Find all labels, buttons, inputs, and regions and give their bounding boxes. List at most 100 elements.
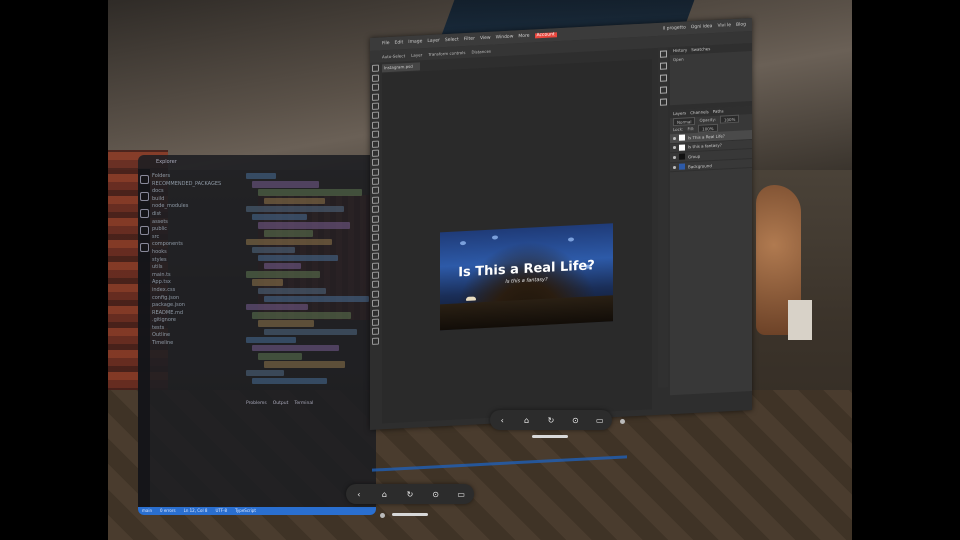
tool-icon[interactable] (371, 64, 379, 73)
menu-item[interactable]: File (382, 41, 390, 46)
tree-item[interactable]: index.css (152, 287, 242, 295)
tool-icon[interactable] (371, 196, 379, 204)
tool-icon[interactable] (371, 337, 379, 345)
tool-icon[interactable] (371, 252, 379, 261)
reload-icon[interactable]: ↻ (403, 490, 417, 499)
home-icon[interactable]: ⌂ (520, 416, 534, 425)
tree-item[interactable]: public (152, 226, 242, 234)
window-drag-handle[interactable] (392, 513, 428, 516)
type-icon[interactable] (659, 86, 667, 94)
swatches-icon[interactable] (659, 62, 667, 70)
tree-item[interactable]: .gitignore (152, 317, 242, 325)
tree-item[interactable]: docs (152, 188, 242, 196)
tool-icon[interactable] (371, 102, 379, 110)
tool-icon[interactable] (371, 243, 379, 251)
cast-icon[interactable]: ▭ (593, 416, 607, 425)
tree-item[interactable]: hooks (152, 249, 242, 257)
tool-icon[interactable] (371, 215, 379, 223)
tree-item[interactable]: RECOMMENDED_PACKAGES (152, 181, 242, 189)
tree-item[interactable]: assets (152, 219, 242, 227)
tree-item[interactable]: utils (152, 264, 242, 272)
tool-icon[interactable] (371, 130, 379, 139)
menu-item[interactable]: View (480, 36, 491, 42)
tool-icon[interactable] (371, 280, 379, 289)
brush-icon[interactable] (659, 74, 667, 82)
tool-icon[interactable] (371, 168, 379, 176)
menu-item[interactable]: More (518, 34, 529, 40)
tool-icon[interactable] (371, 205, 379, 214)
code-editor-window[interactable]: Explorer Folders RECOMMENDED_PACKAGES docs… (138, 155, 376, 515)
tool-icon[interactable] (371, 83, 379, 92)
menu-item[interactable]: Edit (395, 40, 404, 45)
tool-icon[interactable] (371, 111, 379, 120)
tree-item[interactable]: README.md (152, 310, 242, 318)
window-drag-handle[interactable] (532, 435, 568, 438)
top-link[interactable]: Ogni idea (691, 24, 713, 30)
files-icon[interactable] (139, 175, 149, 184)
tool-icon[interactable] (371, 93, 379, 101)
tool-icon[interactable] (371, 318, 379, 326)
history-tab[interactable]: History (673, 46, 687, 55)
tree-item[interactable]: Outline (152, 332, 242, 340)
eye-icon[interactable] (673, 136, 676, 140)
tree-item[interactable]: Folders (152, 173, 242, 181)
layer-list[interactable]: Is This a Real Life? Is this a fantasy? Gr… (670, 129, 752, 173)
menu-item[interactable]: Layer (427, 38, 440, 44)
tree-item[interactable]: package.json (152, 302, 242, 310)
tree-item[interactable]: node_modules (152, 203, 242, 211)
home-icon[interactable]: ⌂ (377, 490, 391, 499)
tool-icon[interactable] (371, 327, 379, 336)
tool-icon[interactable] (371, 271, 379, 279)
tree-item[interactable]: components (152, 241, 242, 249)
image-editor-window[interactable]: File Edit Image Layer Select Filter View Window… (370, 17, 752, 431)
tree-item[interactable]: build (152, 196, 242, 204)
panel-tab[interactable]: Output (273, 401, 289, 411)
settings-icon[interactable]: ⊙ (429, 490, 443, 499)
menu-item[interactable]: Select (445, 37, 459, 43)
menu-item-highlight[interactable]: Account (534, 32, 557, 39)
tool-icon[interactable] (371, 74, 379, 82)
option-item[interactable]: Transform controls (428, 49, 465, 56)
panel-tab[interactable]: Terminal (294, 401, 313, 411)
tool-icon[interactable] (371, 187, 379, 195)
history-icon[interactable] (659, 50, 667, 58)
artwork-image[interactable]: Is This a Real Life? Is this a fantasy? (440, 223, 613, 331)
back-icon[interactable]: ‹ (495, 416, 509, 425)
tree-item[interactable]: App.tsx (152, 279, 242, 287)
menu-item[interactable]: Window (496, 34, 514, 40)
top-link[interactable]: Il progetto (663, 25, 686, 31)
tree-item[interactable]: config.json (152, 295, 242, 303)
tree-item[interactable]: main.ts (152, 272, 242, 280)
cast-icon[interactable]: ▭ (454, 490, 468, 499)
layers-icon[interactable] (659, 98, 667, 106)
tool-icon[interactable] (371, 140, 379, 148)
option-item[interactable]: Auto-Select (382, 53, 405, 59)
eye-icon[interactable] (673, 146, 676, 150)
tree-item[interactable]: src (152, 234, 242, 242)
top-link[interactable]: Blog (736, 22, 746, 28)
opacity-input[interactable]: 100% (719, 114, 740, 124)
extensions-icon[interactable] (139, 243, 149, 252)
tool-icon[interactable] (371, 299, 379, 308)
option-item[interactable]: Layer (411, 52, 422, 58)
code-area[interactable] (246, 173, 372, 403)
tool-icon[interactable] (371, 233, 379, 242)
file-tree[interactable]: Folders RECOMMENDED_PACKAGES docs build node… (152, 173, 242, 493)
tool-icon[interactable] (371, 121, 379, 129)
panel-tabs[interactable]: Problems Output Terminal (246, 401, 372, 411)
source-control-icon[interactable] (139, 209, 149, 218)
tree-item[interactable]: dist (152, 211, 242, 219)
tool-icon[interactable] (371, 224, 379, 232)
eye-icon[interactable] (673, 155, 676, 160)
reload-icon[interactable]: ↻ (544, 416, 558, 425)
back-icon[interactable]: ‹ (352, 490, 366, 499)
settings-icon[interactable]: ⊙ (568, 416, 582, 425)
history-tab[interactable]: Swatches (691, 45, 710, 54)
option-item[interactable]: Distances (471, 48, 491, 54)
eye-icon[interactable] (673, 165, 676, 169)
tool-icon[interactable] (371, 149, 379, 157)
menu-item[interactable]: Filter (464, 37, 475, 43)
tree-item[interactable]: Timeline (152, 340, 242, 348)
window-resize-dot[interactable] (380, 513, 385, 518)
tool-icon[interactable] (371, 309, 379, 317)
